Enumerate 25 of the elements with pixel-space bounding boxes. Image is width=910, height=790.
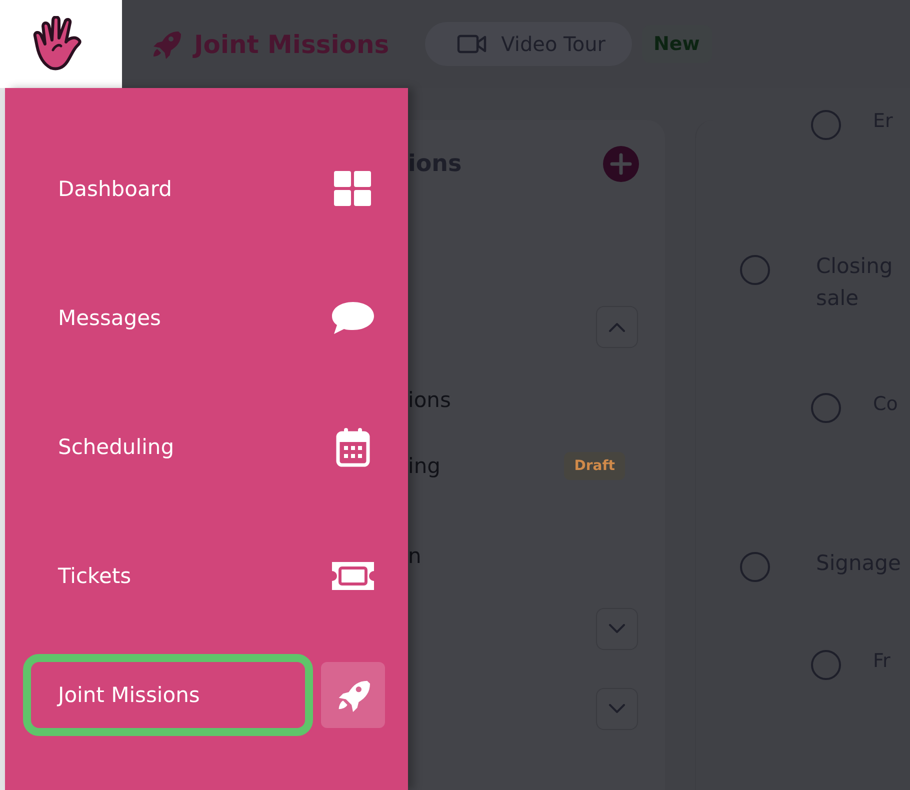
- selected-icon-tile[interactable]: [321, 662, 385, 728]
- status-badge: Draft: [564, 452, 625, 480]
- radio-button[interactable]: [811, 650, 841, 680]
- radio-button[interactable]: [811, 393, 841, 424]
- chat-bubble-icon: [331, 300, 375, 334]
- ticket-icon: [330, 560, 376, 592]
- chevron-up-icon: [608, 322, 626, 332]
- calendar-icon: [336, 426, 370, 466]
- radio-button[interactable]: [740, 255, 770, 286]
- collapse-button[interactable]: [596, 608, 638, 650]
- video-camera-icon: [457, 34, 488, 54]
- chevron-down-icon: [608, 704, 626, 714]
- chevron-down-icon: [608, 624, 626, 634]
- sidebar-item[interactable]: Joint Missions: [58, 683, 200, 707]
- collapse-button[interactable]: [596, 306, 638, 348]
- radio-button[interactable]: [740, 552, 770, 582]
- grid-icon: [333, 170, 373, 206]
- sidebar-item[interactable]: Messages: [58, 306, 161, 330]
- sidebar-item[interactable]: Scheduling: [58, 434, 174, 458]
- collapse-button[interactable]: [596, 688, 638, 730]
- add-icon[interactable]: [602, 145, 640, 183]
- sidebar-item[interactable]: Dashboard: [58, 176, 172, 200]
- radio-button[interactable]: [811, 110, 841, 140]
- rocket-icon: [336, 678, 370, 712]
- sidebar-item[interactable]: Tickets: [58, 564, 132, 588]
